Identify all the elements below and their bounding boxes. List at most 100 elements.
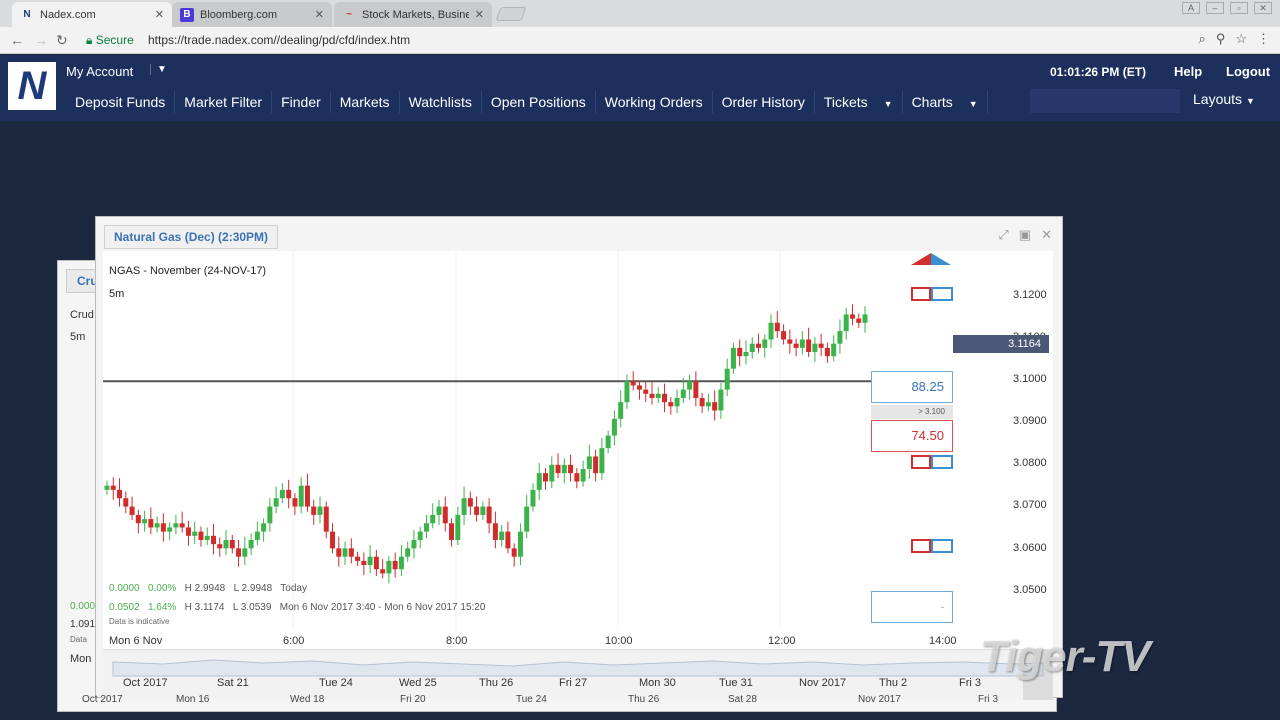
menu-market-filter[interactable]: Market Filter (175, 91, 273, 113)
window-icons: ⤢ ▣ ✕ (998, 227, 1052, 243)
candle (849, 314, 855, 319)
bookmark-star-icon[interactable]: ☆ (1235, 31, 1247, 47)
url-field[interactable]: https://trade.nadex.com//dealing/pd/cfd/… (148, 33, 410, 47)
reload-icon[interactable]: ↻ (56, 32, 68, 49)
ohlc-today: 0.0000 0.00% H 2.9948 L 2.9948 Today (109, 583, 307, 594)
profile-icon[interactable]: A (1182, 2, 1200, 14)
close-tab-icon[interactable]: ✕ (155, 8, 164, 21)
navigator-label: Tue 24 (516, 694, 547, 705)
menu-finder[interactable]: Finder (272, 91, 331, 113)
candle (824, 347, 830, 357)
address-actions: ⌕ ⚲ ☆ ⋮ (1199, 31, 1270, 47)
candle (580, 468, 586, 482)
browser-tab-stock-markets[interactable]: ~ Stock Markets, Business ✕ (334, 2, 492, 27)
back-ohlc-2: 1.091 (70, 619, 96, 630)
ohlc-range: 0.0502 1.64% H 3.1174 L 3.0539 Mon 6 Nov… (109, 602, 485, 613)
back-symbol: Crud (70, 309, 94, 321)
ladder-buy[interactable] (931, 539, 953, 553)
ladder-button[interactable] (911, 287, 953, 301)
menu-working-orders[interactable]: Working Orders (596, 91, 713, 113)
candle (718, 389, 724, 411)
empty-price-box[interactable]: - (871, 591, 953, 623)
up-arrow-sell-icon (911, 253, 931, 265)
chart-plot-area[interactable]: NGAS - November (24-NOV-17) 5m 3.1200 3.… (103, 251, 1053, 700)
ohlc-high: H 3.1174 (184, 602, 225, 613)
navigator-label: Fri 27 (559, 677, 588, 689)
navigator-label: Fri 3 (959, 677, 981, 689)
ask-price-box[interactable]: 74.50 (871, 420, 953, 452)
ladder-buy[interactable] (931, 287, 953, 301)
search-input[interactable] (1030, 89, 1180, 113)
candle (179, 523, 185, 528)
close-icon[interactable]: ✕ (1041, 227, 1052, 243)
maximize-icon[interactable]: ▣ (1019, 227, 1031, 243)
close-tab-icon[interactable]: ✕ (315, 8, 324, 21)
logout-link[interactable]: Logout (1226, 64, 1270, 79)
back-ohlc: 0.000 (70, 601, 96, 612)
restore-icon[interactable]: ▫ (1230, 2, 1248, 14)
menu-order-history[interactable]: Order History (713, 91, 815, 113)
candle (261, 523, 267, 532)
navigator-label: Wed 25 (399, 677, 437, 689)
ohlc-high: H 2.9948 (184, 583, 226, 594)
chart-timeframe[interactable]: 5m (109, 288, 124, 300)
pin-icon[interactable]: ⚲ (1216, 31, 1226, 47)
new-tab-button[interactable] (495, 7, 527, 21)
ladder-sell[interactable] (911, 287, 931, 301)
chart-navigator[interactable]: Oct 2017 Sat 21 Tue 24 Wed 25 Thu 26 Fri… (103, 649, 1053, 700)
nadex-logo[interactable]: N (8, 62, 56, 110)
y-tick: 3.1200 (1013, 289, 1047, 301)
candle (217, 544, 223, 549)
my-account-link[interactable]: My Account (66, 64, 133, 79)
menu-deposit-funds[interactable]: Deposit Funds (66, 91, 176, 113)
forward-arrow-icon[interactable]: → (34, 32, 48, 48)
tab-label: Bloomberg.com (200, 8, 278, 21)
candle (505, 531, 511, 549)
close-window-icon[interactable]: ✕ (1254, 2, 1272, 14)
candle (160, 523, 166, 532)
menu-open-positions[interactable]: Open Positions (482, 91, 596, 113)
help-link[interactable]: Help (1174, 64, 1202, 79)
candle (724, 368, 730, 390)
ohlc-low: L 2.9948 (233, 583, 273, 594)
tab-label: Stock Markets, Business (362, 8, 469, 21)
ladder-button[interactable] (911, 539, 953, 553)
chevron-down-icon[interactable]: ▼ (150, 64, 167, 75)
bid-price-box[interactable]: 88.25 (871, 371, 953, 403)
logo-letter: N (17, 63, 47, 108)
candle (248, 539, 254, 549)
ohlc-period: Mon 6 Nov 2017 3:40 - Mon 6 Nov 2017 15:… (279, 602, 486, 613)
candle (123, 498, 129, 507)
menu-dots-icon[interactable]: ⋮ (1257, 31, 1270, 47)
close-tab-icon[interactable]: ✕ (475, 8, 484, 21)
layouts-menu[interactable]: Layouts ▼ (1193, 91, 1255, 107)
candle (411, 539, 417, 549)
candle (436, 506, 442, 515)
browser-tab-nadex[interactable]: N Nadex.com ✕ (12, 2, 172, 27)
expand-icon[interactable]: ⤢ (998, 227, 1008, 243)
candle (135, 514, 141, 524)
ohlc-change: 0.0000 (109, 583, 140, 594)
back-arrow-icon[interactable]: ← (10, 32, 24, 48)
chart-window[interactable]: Natural Gas (Dec) (2:30PM) ⤢ ▣ ✕ NGAS - … (95, 216, 1063, 700)
minimize-icon[interactable]: – (1206, 2, 1224, 14)
candle (561, 464, 567, 474)
zoom-icon[interactable]: ⌕ (1199, 31, 1206, 47)
candle (499, 531, 505, 540)
browser-tab-bloomberg[interactable]: B Bloomberg.com ✕ (172, 2, 332, 27)
menu-tickets[interactable]: Tickets ▼ (815, 91, 903, 113)
candle (323, 506, 329, 532)
menu-markets[interactable]: Markets (331, 91, 400, 113)
candle (474, 506, 480, 515)
navigator-label: Fri 3 (978, 694, 998, 705)
menu-charts[interactable]: Charts ▼ (903, 91, 988, 113)
ladder-sell[interactable] (911, 455, 931, 469)
ladder-button[interactable] (911, 455, 953, 469)
candle (693, 381, 699, 398)
candle (104, 485, 110, 490)
menu-watchlists[interactable]: Watchlists (400, 91, 482, 113)
ladder-buy[interactable] (931, 455, 953, 469)
chart-window-title[interactable]: Natural Gas (Dec) (2:30PM) (104, 225, 279, 249)
ladder-sell[interactable] (911, 539, 931, 553)
secure-indicator[interactable]: 🔒︎ Secure (86, 33, 134, 48)
